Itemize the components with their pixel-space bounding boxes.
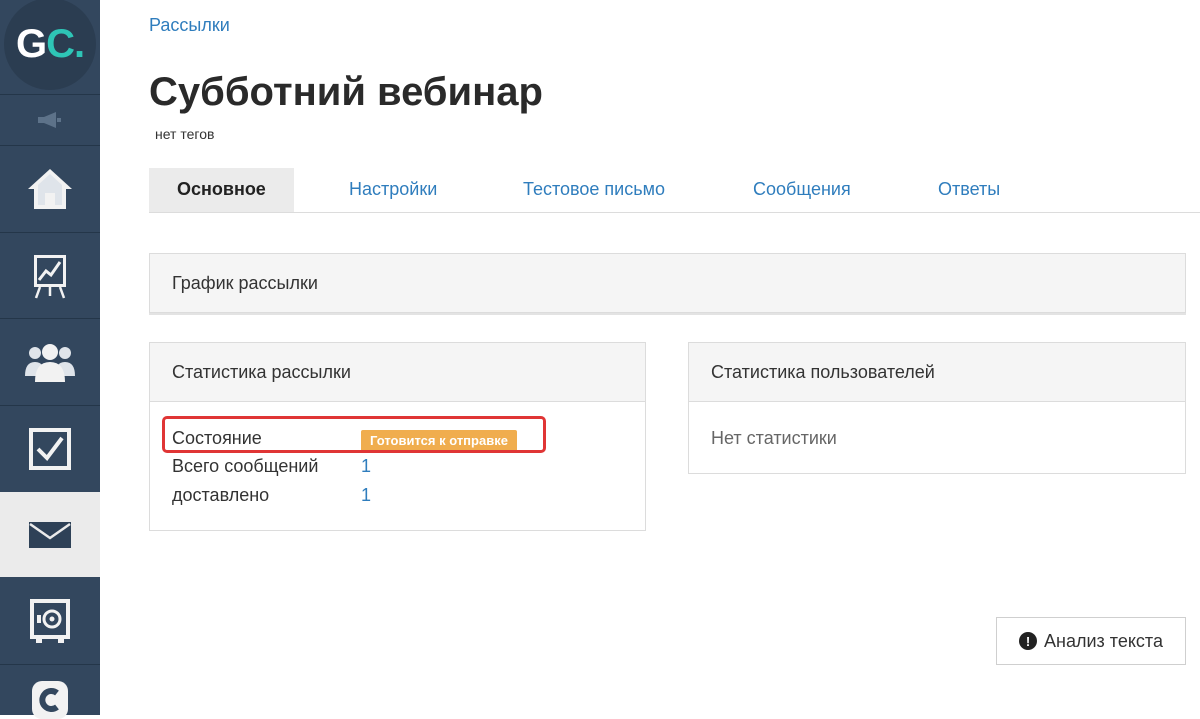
text-analysis-label: Анализ текста	[1044, 630, 1163, 651]
checkbox-tasks-icon	[29, 428, 71, 470]
tab-replies[interactable]: Ответы	[938, 168, 1000, 212]
logo[interactable]: GC.	[4, 0, 96, 90]
stat-label-delivered: доставлено	[172, 485, 270, 505]
stat-label-total: Всего сообщений	[172, 456, 319, 476]
logo-area[interactable]: GC.	[0, 0, 100, 94]
sidebar-item-home[interactable]	[0, 146, 100, 232]
tab-settings[interactable]: Настройки	[349, 168, 437, 212]
logo-text: G	[15, 21, 47, 66]
sidebar-item-tasks[interactable]	[0, 406, 100, 492]
exclamation-circle-icon: !	[1019, 632, 1038, 650]
safe-icon	[30, 599, 70, 643]
home-icon	[28, 169, 72, 209]
tab-test-letter[interactable]: Тестовое письмо	[523, 168, 665, 212]
tags-text: нет тегов	[155, 126, 215, 142]
tabs-bar: Основное Настройки Тестовое письмо Сообщ…	[149, 168, 1200, 213]
no-stats-text: Нет статистики	[711, 428, 837, 448]
announcements-icon	[38, 112, 61, 128]
page-title: Субботний вебинар	[149, 70, 543, 114]
sidebar-item-c[interactable]	[0, 665, 100, 719]
sidebar: GC.	[0, 0, 100, 719]
sidebar-item-announcements[interactable]	[0, 95, 100, 145]
sidebar-item-mailings[interactable]	[0, 492, 100, 577]
envelope-icon	[29, 521, 71, 548]
sidebar-item-safe[interactable]	[0, 578, 100, 664]
stat-value-total[interactable]: 1	[361, 456, 371, 477]
breadcrumb-mailings[interactable]: Рассылки	[149, 15, 230, 36]
user-stats-title: Статистика пользователей	[689, 343, 1185, 402]
logo-text-accent: C.	[46, 21, 85, 66]
sidebar-item-users[interactable]	[0, 319, 100, 405]
presentation-chart-icon	[34, 254, 66, 298]
schedule-panel[interactable]: График рассылки	[149, 253, 1186, 313]
mailing-stats-title: Статистика рассылки	[150, 343, 645, 402]
tab-messages[interactable]: Сообщения	[753, 168, 851, 212]
user-stats-panel: Статистика пользователей Нет статистики	[688, 342, 1186, 474]
tab-main[interactable]: Основное	[149, 168, 294, 212]
c-logo-icon	[32, 681, 68, 719]
stat-value-delivered[interactable]: 1	[361, 485, 371, 506]
text-analysis-button[interactable]: ! Анализ текста	[996, 617, 1186, 665]
users-group-icon	[25, 344, 75, 382]
status-highlight-frame	[162, 416, 546, 453]
schedule-panel-title[interactable]: График рассылки	[150, 254, 1185, 312]
sidebar-item-reports[interactable]	[0, 233, 100, 318]
